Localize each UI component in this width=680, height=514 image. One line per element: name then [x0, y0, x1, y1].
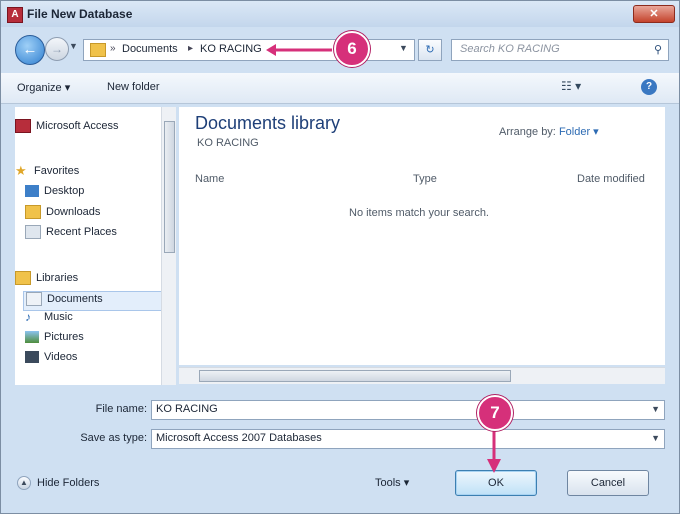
window-title: File New Database	[27, 7, 133, 21]
change-view-button[interactable]: ☷ ▾	[561, 79, 581, 93]
scrollbar-thumb[interactable]	[164, 121, 175, 253]
desktop-icon	[25, 185, 39, 198]
chevron-up-icon: ▲	[17, 476, 31, 490]
pictures-icon	[25, 331, 39, 344]
cancel-button[interactable]: Cancel	[567, 470, 649, 496]
sidebar-item-microsoft-access[interactable]: Microsoft Access	[15, 119, 119, 137]
navigation-scrollbar[interactable]	[161, 107, 176, 385]
tools-button[interactable]: Tools ▾	[375, 476, 409, 489]
recent-places-icon	[25, 225, 41, 239]
search-placeholder: Search KO RACING	[460, 43, 560, 55]
sidebar-item-label: Recent Places	[46, 226, 117, 238]
save-as-type-label: Save as type:	[80, 432, 147, 444]
filename-label: File name:	[95, 403, 147, 415]
empty-message: No items match your search.	[349, 207, 489, 219]
callout-arrow-6	[266, 44, 332, 56]
breadcrumb-ko-racing[interactable]: KO RACING	[200, 43, 262, 55]
libraries-icon	[15, 271, 31, 285]
file-list-scrollbar[interactable]	[179, 367, 665, 384]
sidebar-item-label: Downloads	[46, 206, 101, 218]
arrange-by: Arrange by: Folder ▾	[499, 125, 599, 138]
forward-button[interactable]: →	[45, 37, 69, 61]
sidebar-item-label: Videos	[44, 351, 78, 364]
sidebar-item-documents[interactable]: Documents	[23, 291, 163, 311]
sidebar-item-label: Documents	[47, 293, 103, 305]
chevron-down-icon[interactable]: ▼	[651, 433, 660, 443]
arrange-by-dropdown[interactable]: Folder ▾	[559, 126, 599, 138]
sidebar-item-label: Desktop	[44, 185, 85, 198]
access-icon: A	[7, 7, 23, 23]
back-button[interactable]: ←	[15, 35, 45, 65]
title-bar[interactable]: A File New Database ✕	[1, 1, 679, 27]
scrollbar-thumb[interactable]	[199, 370, 511, 382]
column-header-name[interactable]: Name	[195, 173, 224, 185]
history-dropdown-icon[interactable]: ▼	[69, 41, 78, 51]
sidebar-item-pictures[interactable]: Pictures	[25, 331, 84, 349]
sidebar-item-label: Libraries	[36, 272, 79, 284]
search-box[interactable]: Search KO RACING ⚲	[451, 39, 669, 61]
library-subtitle: KO RACING	[197, 137, 259, 149]
address-dropdown-icon[interactable]: ▼	[399, 43, 408, 53]
downloads-icon	[25, 205, 41, 219]
library-title: Documents library	[195, 113, 341, 133]
save-as-type-select[interactable]: Microsoft Access 2007 Databases ▼	[151, 429, 665, 449]
search-icon[interactable]: ⚲	[654, 43, 662, 56]
organize-button[interactable]: Organize ▾	[17, 81, 70, 94]
filename-value: KO RACING	[156, 403, 218, 415]
sidebar-item-label: Microsoft Access	[36, 120, 119, 132]
folder-icon	[90, 43, 106, 57]
callout-step-7: 7	[477, 395, 513, 431]
navigation-bar: ← → ▼ » Documents ▸ KO RACING ▼ ↻ Search…	[1, 29, 679, 69]
dialog-footer: ▲ Hide Folders Tools ▾ OK Cancel	[1, 456, 679, 512]
column-header-date-modified[interactable]: Date modified	[577, 173, 645, 185]
file-list-pane: Documents library KO RACING Arrange by: …	[179, 107, 665, 365]
documents-icon	[26, 292, 42, 306]
sidebar-item-label: Pictures	[44, 331, 84, 344]
chevron-down-icon[interactable]: ▼	[651, 404, 660, 414]
refresh-button[interactable]: ↻	[418, 39, 442, 61]
hide-folders-button[interactable]: ▲ Hide Folders	[17, 476, 99, 490]
sidebar-header-libraries[interactable]: Libraries	[15, 271, 78, 289]
breadcrumb-separator-icon: »	[110, 43, 116, 54]
column-header-type[interactable]: Type	[413, 173, 437, 185]
star-icon: ★	[15, 163, 27, 179]
new-folder-button[interactable]: New folder	[107, 81, 160, 93]
navigation-pane: Microsoft Access ★ Favorites Desktop Down…	[15, 107, 175, 385]
hide-folders-label: Hide Folders	[37, 476, 100, 489]
save-as-type-value: Microsoft Access 2007 Databases	[156, 432, 322, 444]
videos-icon	[25, 351, 39, 364]
file-new-database-dialog: A File New Database ✕ ← → ▼ » Documents …	[0, 0, 680, 514]
sidebar-item-music[interactable]: ♪ Music	[25, 311, 73, 329]
command-toolbar: Organize ▾ New folder ☷ ▾ ?	[1, 73, 679, 104]
sidebar-item-downloads[interactable]: Downloads	[25, 205, 100, 223]
sidebar-item-recent-places[interactable]: Recent Places	[25, 225, 117, 243]
close-button[interactable]: ✕	[633, 5, 675, 23]
filename-input[interactable]: KO RACING ▼	[151, 400, 665, 420]
music-icon: ♪	[25, 310, 31, 325]
callout-step-6: 6	[334, 31, 370, 67]
sidebar-item-label: Music	[44, 311, 73, 324]
access-icon	[15, 119, 31, 133]
sidebar-item-videos[interactable]: Videos	[25, 351, 77, 369]
breadcrumb-separator-icon: ▸	[188, 43, 194, 54]
help-button[interactable]: ?	[641, 79, 657, 95]
sidebar-item-label: Favorites	[34, 165, 80, 178]
breadcrumb-documents[interactable]: Documents	[122, 43, 178, 55]
arrange-by-label: Arrange by:	[499, 126, 556, 138]
sidebar-header-favorites[interactable]: ★ Favorites	[15, 163, 80, 183]
sidebar-item-desktop[interactable]: Desktop	[25, 185, 84, 203]
